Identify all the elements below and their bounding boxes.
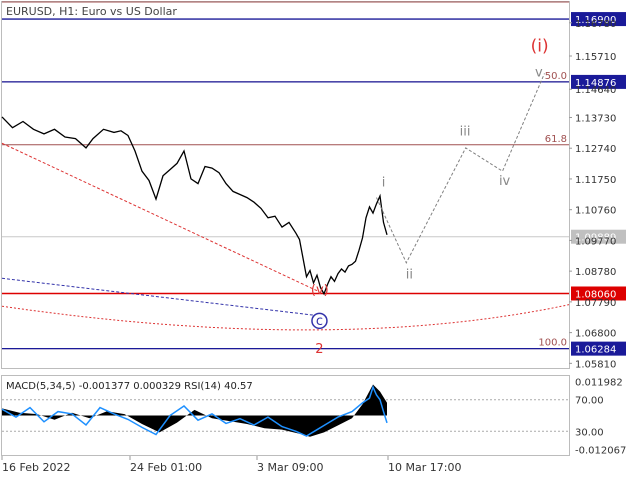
price-tick-label: 1.08780 bbox=[575, 267, 616, 278]
wave-label: ii bbox=[406, 267, 413, 282]
price-tick-label: 1.11750 bbox=[575, 175, 616, 186]
indicator-label: MACD(5,34,5) -0.001377 0.000329 RSI(14) … bbox=[6, 381, 253, 392]
macd-tick-label: 0.011982 bbox=[575, 378, 623, 389]
trading-chart: EURUSD, H1: Euro vs US Dollar MACD(5,34,… bbox=[0, 0, 640, 480]
main-panel-frame bbox=[1, 1, 570, 369]
fib-level-label: 50.0 bbox=[545, 71, 567, 82]
fib-level-label: 38.2 bbox=[545, 0, 567, 2]
wave-label: 2 bbox=[315, 342, 323, 357]
price-tick-label: 1.07790 bbox=[575, 298, 616, 309]
wave-label: iii bbox=[460, 124, 471, 139]
time-axis: 16 Feb 2022 24 Feb 01:00 3 Mar 09:00 10 Mar… bbox=[1, 456, 461, 474]
price-tick-label: 1.13730 bbox=[575, 113, 616, 124]
rsi-tick-label: 70.00 bbox=[575, 396, 604, 407]
time-tick-label: 3 Mar 09:00 bbox=[257, 461, 323, 474]
wave-label: iv bbox=[499, 174, 511, 189]
price-tick-label: 1.12740 bbox=[575, 144, 616, 155]
chart-svg: EURUSD, H1: Euro vs US Dollar MACD(5,34,… bbox=[1, 0, 626, 474]
fib-level-label: 61.8 bbox=[545, 134, 567, 145]
time-tick-label: 24 Feb 01:00 bbox=[130, 461, 202, 474]
wave-label: (v) bbox=[311, 283, 329, 298]
price-tick-label: 1.09770 bbox=[575, 236, 616, 247]
chart-title: EURUSD, H1: Euro vs US Dollar bbox=[6, 5, 177, 18]
price-tick-label: 1.10760 bbox=[575, 206, 616, 217]
price-tick-label: 1.06800 bbox=[575, 329, 616, 340]
price-tick-label: 1.05810 bbox=[575, 359, 616, 370]
rsi-tick-label: 30.00 bbox=[575, 427, 604, 438]
time-tick-label: 16 Feb 2022 bbox=[2, 461, 70, 474]
support-2-tag-label: 1.06284 bbox=[575, 345, 616, 356]
fib-level-label: 100.0 bbox=[538, 338, 567, 349]
price-tick-label: 1.16780 bbox=[575, 19, 616, 30]
price-axis: 1.169001.148761.098891.080601.062841.167… bbox=[569, 12, 626, 457]
wave-label: (i) bbox=[531, 37, 549, 57]
wave-label: v bbox=[535, 66, 543, 81]
wave-label: c bbox=[316, 314, 323, 329]
price-tick-label: 1.15710 bbox=[575, 52, 616, 63]
macd-tick-label: -0.012067 bbox=[575, 446, 626, 457]
time-tick-label: 10 Mar 17:00 bbox=[388, 461, 461, 474]
price-tick-label: 1.14640 bbox=[575, 85, 616, 96]
wave-label: i bbox=[382, 176, 386, 191]
main-panel: EURUSD, H1: Euro vs US Dollar bbox=[1, 1, 570, 369]
